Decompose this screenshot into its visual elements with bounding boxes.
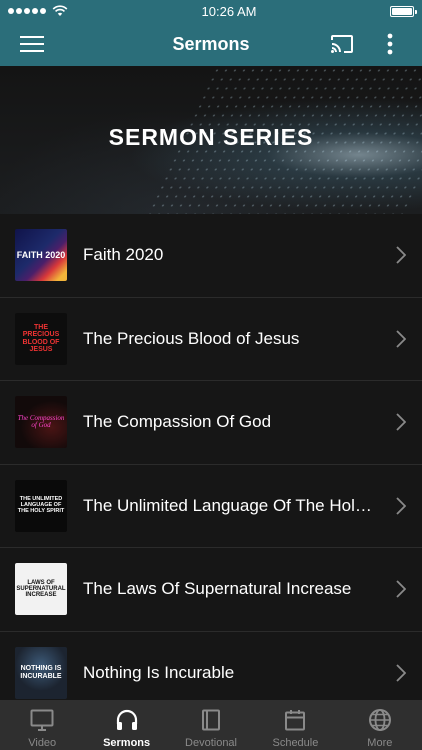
tab-schedule[interactable]: Schedule [253, 700, 337, 750]
tab-label: Devotional [185, 737, 237, 749]
series-thumbnail: THE PRECIOUS BLOOD OF JESUS [15, 312, 67, 365]
series-thumbnail: FAITH 2020 [15, 229, 67, 282]
series-thumbnail: The Compassion of God [15, 396, 67, 449]
series-row-compassion-of-god[interactable]: The Compassion of God The Compassion Of … [0, 381, 422, 465]
headphones-icon [114, 707, 140, 733]
series-title: The Unlimited Language Of The Holy Spiri… [83, 495, 373, 515]
thumbnail-text: THE UNLIMITED LANGUAGE OF THE HOLY SPIRI… [17, 496, 65, 514]
series-thumbnail: THE UNLIMITED LANGUAGE OF THE HOLY SPIRI… [15, 479, 67, 532]
wifi-icon [52, 5, 68, 16]
app-header: Sermons [0, 22, 422, 66]
series-thumbnail: LAWS OF SUPERNATURAL INCREASE [15, 563, 67, 616]
sermon-series-banner: SERMON SERIES [0, 66, 422, 214]
series-row-faith-2020[interactable]: FAITH 2020 Faith 2020 [0, 214, 422, 298]
chevron-right-icon [394, 245, 408, 265]
tab-video[interactable]: Video [0, 700, 84, 750]
series-row-nothing-is-incurable[interactable]: NOTHING IS INCURABLE Nothing Is Incurabl… [0, 632, 422, 701]
menu-button[interactable] [10, 22, 54, 66]
more-vertical-icon [387, 33, 393, 55]
thumbnail-text: The Compassion of God [17, 413, 65, 430]
signal-strength-icon [8, 8, 46, 14]
status-bar: 10:26 AM [0, 0, 422, 22]
chevron-right-icon [394, 496, 408, 516]
bottom-tab-bar: Video Sermons Devotional Schedule More [0, 700, 422, 750]
monitor-icon [29, 707, 55, 733]
tab-more[interactable]: More [338, 700, 422, 750]
chevron-right-icon [394, 663, 408, 683]
series-title: Nothing Is Incurable [83, 662, 235, 682]
thumbnail-text: FAITH 2020 [16, 249, 66, 260]
series-title: The Precious Blood of Jesus [83, 328, 300, 348]
thumbnail-text: THE PRECIOUS BLOOD OF JESUS [22, 324, 60, 354]
chevron-right-icon [394, 329, 408, 349]
chevron-right-icon [394, 412, 408, 432]
calendar-icon [282, 707, 308, 733]
book-icon [198, 707, 224, 733]
tab-label: Schedule [272, 737, 319, 749]
cast-icon [331, 35, 353, 53]
thumbnail-text: NOTHING IS INCURABLE [20, 665, 62, 680]
tab-label: Sermons [103, 737, 151, 749]
more-options-button[interactable] [368, 22, 412, 66]
tab-devotional[interactable]: Devotional [169, 700, 253, 750]
hamburger-menu-icon [20, 36, 44, 52]
series-title: The Compassion Of God [83, 412, 272, 432]
tab-label: More [367, 737, 393, 749]
battery-icon [390, 5, 417, 17]
tab-label: Video [28, 737, 57, 749]
series-title: Faith 2020 [83, 245, 164, 265]
globe-icon [367, 707, 393, 733]
series-thumbnail: NOTHING IS INCURABLE [15, 646, 67, 699]
series-row-precious-blood[interactable]: THE PRECIOUS BLOOD OF JESUS The Precious… [0, 298, 422, 381]
series-title: The Laws Of Supernatural Increase [83, 579, 352, 599]
chevron-right-icon [394, 579, 408, 599]
status-time: 10:26 AM [201, 3, 257, 19]
cast-button[interactable] [320, 22, 364, 66]
status-left [8, 5, 68, 17]
thumbnail-text: LAWS OF SUPERNATURAL INCREASE [16, 579, 66, 599]
series-row-unlimited-language[interactable]: THE UNLIMITED LANGUAGE OF THE HOLY SPIRI… [0, 465, 422, 548]
banner-title: SERMON SERIES [108, 124, 314, 150]
sermon-series-list: FAITH 2020 Faith 2020 THE PRECIOUS BLOOD… [0, 214, 422, 700]
tab-sermons[interactable]: Sermons [84, 700, 168, 750]
series-row-laws-of-supernatural-increase[interactable]: LAWS OF SUPERNATURAL INCREASE The Laws O… [0, 548, 422, 632]
